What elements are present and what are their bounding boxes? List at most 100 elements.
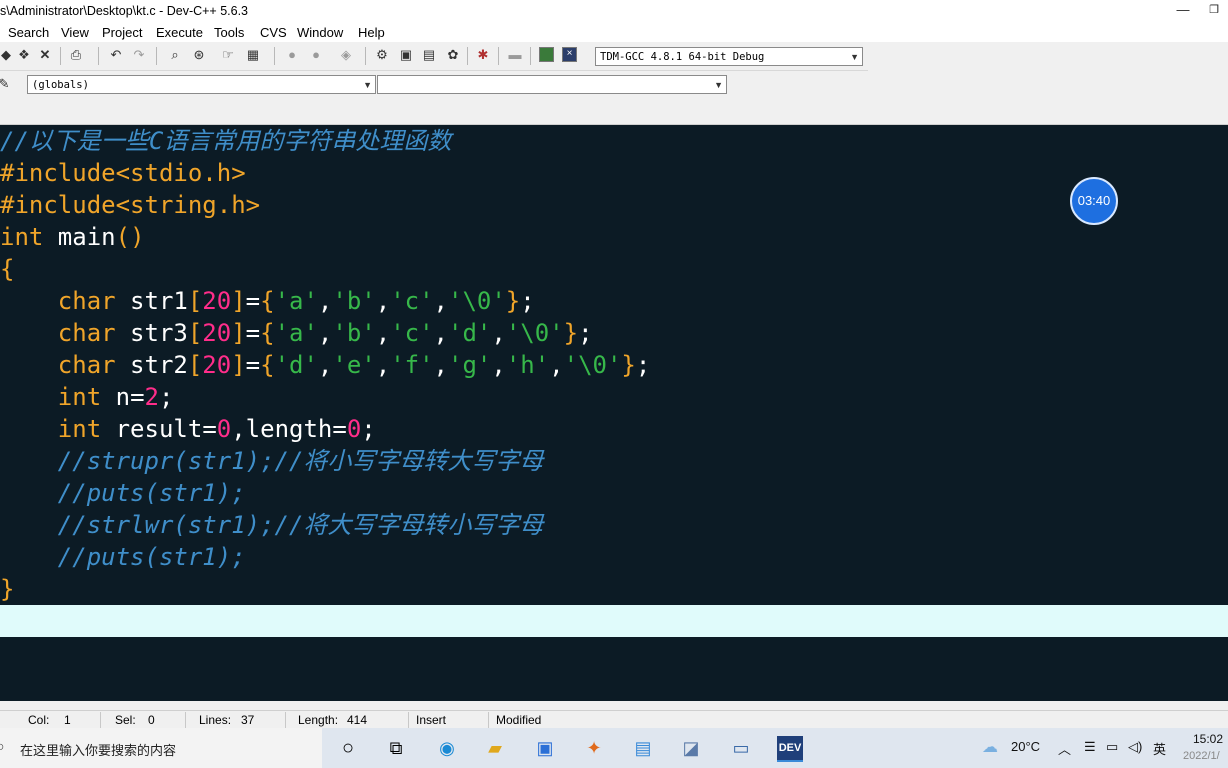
weather-icon: ☁ [982, 739, 998, 756]
code-line: //puts(str1); [0, 543, 246, 571]
code-line: //puts(str1); [0, 479, 246, 507]
undo-icon[interactable]: ↶ [108, 47, 124, 63]
code-line: //strlwr(str1);//将大写字母转小写字母 [0, 511, 544, 539]
restore-button[interactable]: ❐ [1200, 0, 1228, 22]
profile-icon[interactable]: × [562, 47, 577, 62]
stop-icon[interactable]: ▬ [507, 47, 523, 63]
status-length-value: 414 [347, 713, 368, 727]
code-line: char str2[20]={'d','e','f','g','h','\0'}… [57, 351, 651, 379]
status-insert-mode: Insert [416, 713, 447, 727]
member-select[interactable]: ▼ [377, 75, 727, 94]
minimize-button[interactable]: — [1166, 0, 1200, 22]
chevron-down-icon: ▼ [714, 80, 723, 90]
print-icon[interactable]: ⎙ [68, 47, 84, 63]
status-modified: Modified [496, 713, 542, 727]
status-lines-label: Lines: [199, 713, 232, 727]
menu-window[interactable]: Window [297, 25, 343, 40]
replace-icon[interactable]: ⊛ [191, 47, 207, 63]
status-sel-label: Sel: [115, 713, 136, 727]
task-view-icon[interactable]: ⧉ [383, 736, 409, 760]
compiler-select[interactable]: TDM-GCC 4.8.1 64-bit Debug ▼ [595, 47, 863, 66]
code-line: //以下是一些C语言常用的字符串处理函数 [0, 127, 452, 155]
store-icon[interactable]: ▣ [532, 736, 558, 760]
window-title: s\Administrator\Desktop\kt.c - Dev-C++ 5… [0, 4, 249, 18]
chevron-down-icon: ▼ [363, 80, 372, 90]
debug-icon[interactable]: ✱ [475, 47, 491, 63]
toolbar-divider [365, 47, 366, 65]
status-divider [488, 712, 489, 728]
class-toolbar: ✎ (globals) ▼ ▼ [0, 72, 730, 98]
redo-icon[interactable]: ↷ [131, 47, 147, 63]
code-line: #include<stdio.h> [0, 159, 246, 187]
clock-date[interactable]: 2022/1/ [1183, 750, 1220, 762]
app-window-icon[interactable]: ▤ [630, 736, 656, 760]
code-line: int n=2; [57, 383, 174, 411]
project-options-icon[interactable]: ◈ [338, 47, 354, 63]
code-editor[interactable]: //以下是一些C语言常用的字符串处理函数 #include<stdio.h> #… [0, 125, 1228, 701]
network-icon[interactable]: ☰ [1084, 739, 1096, 755]
run-icon[interactable]: ▣ [398, 47, 414, 63]
close-icon[interactable]: ✕ [37, 47, 53, 63]
menu-help[interactable]: Help [358, 25, 385, 40]
scope-select[interactable]: (globals) ▼ [27, 75, 376, 94]
cortana-icon[interactable]: ○ [335, 736, 361, 760]
compile-run-icon[interactable]: ▤ [421, 47, 437, 63]
edge-browser-icon[interactable]: ◉ [434, 736, 460, 760]
title-bar: s\Administrator\Desktop\kt.c - Dev-C++ 5… [0, 0, 1228, 22]
menu-tools[interactable]: Tools [214, 25, 244, 40]
status-divider [100, 712, 101, 728]
status-divider [285, 712, 286, 728]
volume-icon[interactable]: ◁) [1128, 739, 1142, 755]
find-icon[interactable]: ⌕ [167, 47, 183, 63]
toolbar-divider [274, 47, 275, 65]
status-col-label: Col: [28, 713, 50, 727]
notes-icon[interactable]: ◪ [678, 736, 704, 760]
rebuild-icon[interactable]: ✿ [445, 47, 461, 63]
chart-icon[interactable] [539, 47, 554, 62]
taskbar-search-box[interactable]: ○ 在这里输入你要搜索的内容 [0, 728, 322, 768]
windows-taskbar: ○ 在这里输入你要搜索的内容 ○ ⧉ ◉ ▰ ▣ ✦ ▤ ◪ ▭ DEV ☁ 2… [0, 728, 1228, 768]
file-explorer-icon[interactable]: ▰ [482, 736, 508, 760]
save-icon[interactable]: ◆ [0, 47, 14, 63]
devcpp-taskbar-icon[interactable]: DEV [777, 736, 803, 762]
chevron-down-icon: ▼ [850, 52, 859, 62]
chevron-up-icon[interactable]: ︿ [1058, 739, 1071, 758]
clock-time[interactable]: 15:02 [1193, 732, 1223, 746]
menu-cvs[interactable]: CVS [260, 25, 287, 40]
remote-desktop-icon[interactable]: ▭ [728, 736, 754, 760]
scope-select-value: (globals) [32, 79, 89, 91]
toolbar-divider [530, 47, 531, 65]
save-all-icon[interactable]: ❖ [16, 47, 32, 63]
recording-timer-badge[interactable]: 03:40 [1070, 177, 1118, 225]
goto-icon[interactable]: ☞ [220, 47, 236, 63]
compiler-select-value: TDM-GCC 4.8.1 64-bit Debug [600, 51, 765, 63]
taskbar-search-placeholder: 在这里输入你要搜索的内容 [20, 743, 177, 758]
battery-icon[interactable]: ▭ [1106, 739, 1118, 755]
toolbar-divider [156, 47, 157, 65]
code-line: int main() [0, 223, 145, 251]
find-files-icon[interactable]: ▦ [245, 47, 261, 63]
add-file-icon[interactable]: ● [284, 47, 300, 63]
code-line: { [0, 255, 15, 283]
menu-project[interactable]: Project [102, 25, 142, 40]
main-toolbar: ◆ ❖ ✕ ⎙ ↶ ↷ ⌕ ⊛ ☞ ▦ ● ● ◈ ⚙ ▣ ▤ ✿ ✱ ▬ × … [0, 43, 868, 71]
status-bar: Col: 1 Sel: 0 Lines: 37 Length: 414 Inse… [0, 710, 1228, 729]
status-divider [408, 712, 409, 728]
remove-file-icon[interactable]: ● [308, 47, 324, 63]
editor-tab-strip [0, 98, 1228, 125]
menu-search[interactable]: Search [8, 25, 49, 40]
status-length-label: Length: [298, 713, 339, 727]
toolbar-divider [467, 47, 468, 65]
toolbar-divider [60, 47, 61, 65]
current-line-highlight [0, 605, 1228, 637]
weather-temperature[interactable]: 20°C [1011, 739, 1040, 754]
ime-indicator[interactable]: 英 [1153, 739, 1166, 758]
code-line: char str3[20]={'a','b','c','d','\0'}; [57, 319, 593, 347]
code-line: #include<string.h> [0, 191, 261, 219]
menu-execute[interactable]: Execute [156, 25, 203, 40]
menu-view[interactable]: View [61, 25, 89, 40]
goto-class-icon[interactable]: ✎ [0, 76, 12, 92]
code-line: //strupr(str1);//将小写字母转大写字母 [0, 447, 544, 475]
compile-icon[interactable]: ⚙ [374, 47, 390, 63]
app-icon[interactable]: ✦ [581, 736, 607, 760]
